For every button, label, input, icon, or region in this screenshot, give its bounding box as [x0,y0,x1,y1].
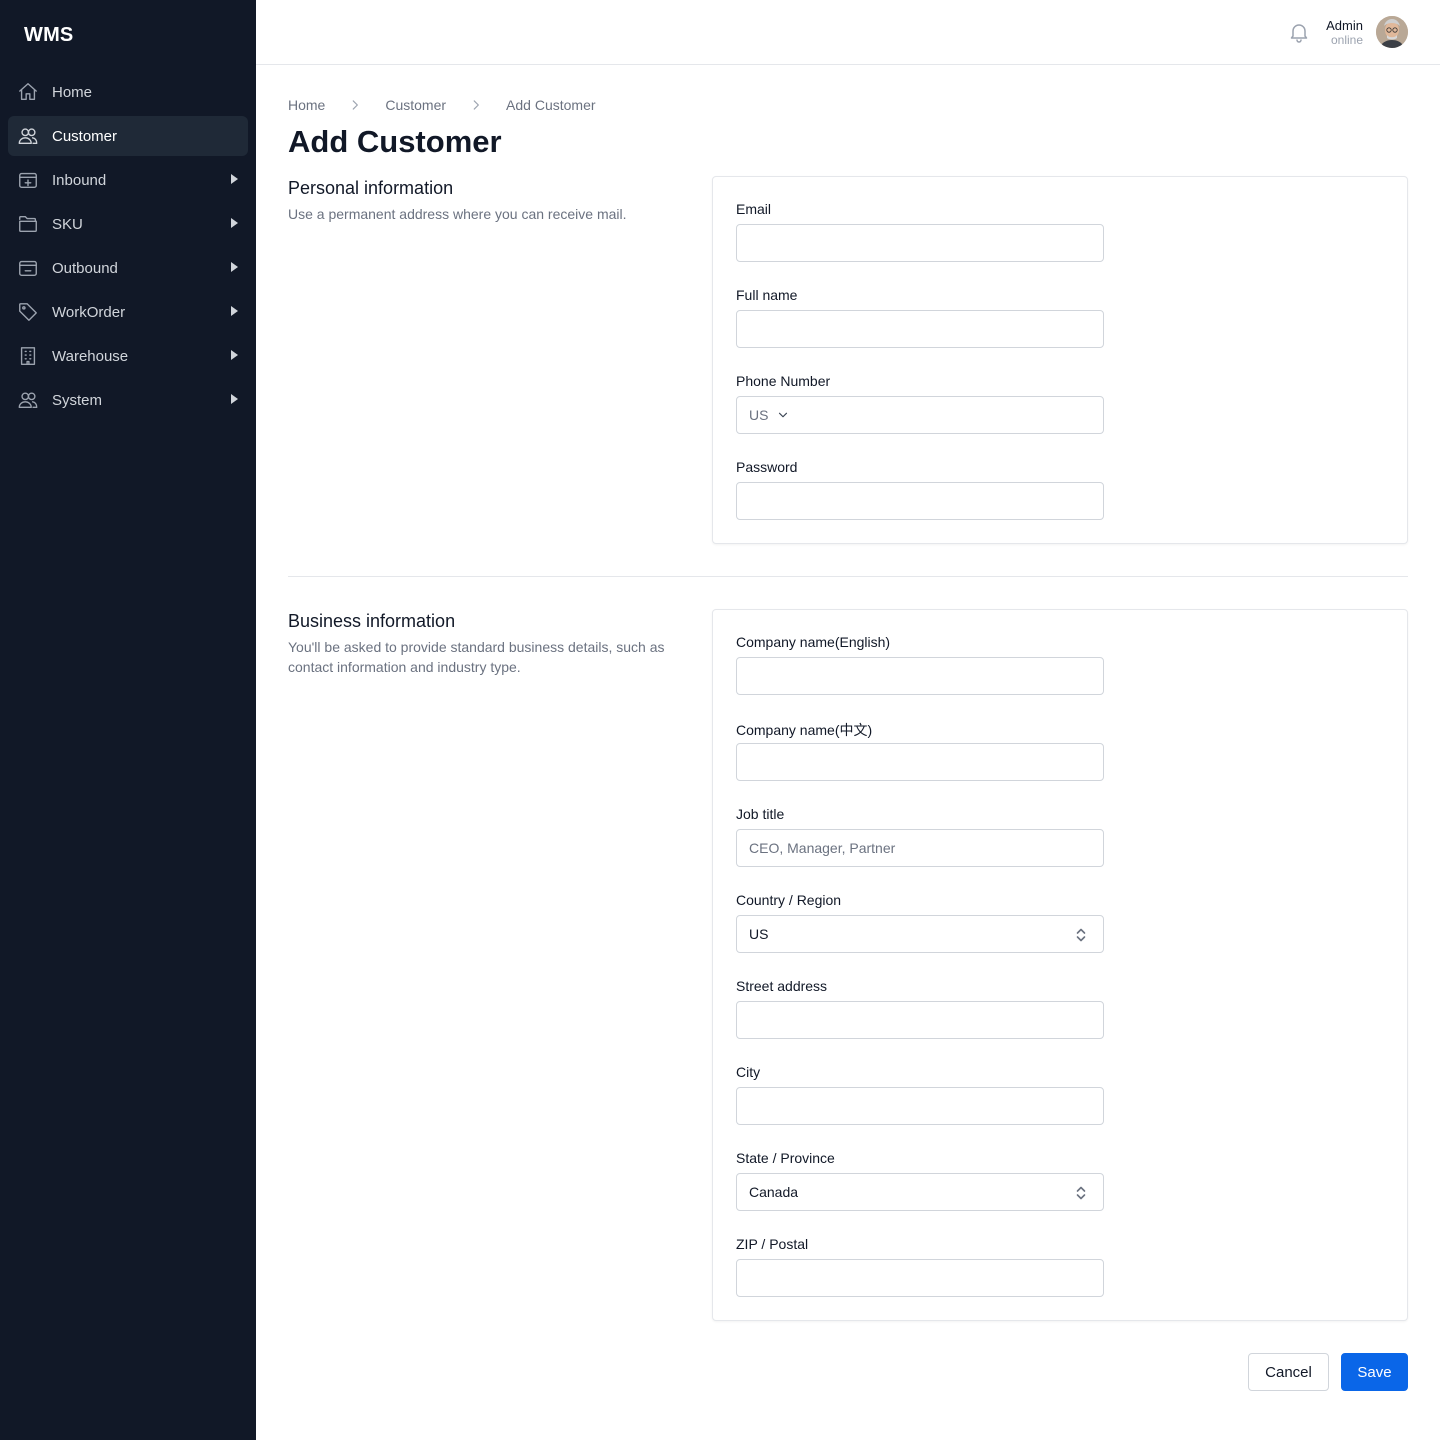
fullname-label: Full name [736,287,798,303]
country-label: Country / Region [736,892,842,908]
sidebar-item-label: Outbound [52,259,118,277]
email-field[interactable] [736,224,1104,262]
password-field[interactable] [736,482,1104,520]
sidebar-nav: Home Customer Inbound SKU Outbound WorkO… [8,72,248,424]
street-label: Street address [736,978,828,994]
phone-label: Phone Number [736,373,831,389]
chevron-down-icon [779,412,788,418]
company-name-english-field[interactable] [736,657,1104,695]
sidebar-item-warehouse[interactable]: Warehouse [8,336,248,376]
sidebar-item-outbound[interactable]: Outbound [8,248,248,288]
users-icon [16,388,40,412]
top-header: Admin online [256,0,1440,65]
chevron-up-down-icon [1073,1184,1089,1202]
street-address-field[interactable] [736,1001,1104,1039]
sidebar-item-workorder[interactable]: WorkOrder [8,292,248,332]
sidebar-item-home[interactable]: Home [8,72,248,112]
zip-label: ZIP / Postal [736,1236,809,1252]
sidebar-item-customer[interactable]: Customer [8,116,248,156]
sidebar-item-system[interactable]: System [8,380,248,420]
phone-country-value: US [749,407,769,423]
sidebar-item-label: Warehouse [52,347,129,365]
caret-right-icon [231,394,238,404]
zip-postal-field[interactable] [736,1259,1104,1297]
phone-number-input[interactable] [805,397,1103,433]
breadcrumb: Home Customer Add Customer [288,97,596,113]
save-button[interactable]: Save [1341,1353,1408,1391]
caret-right-icon [231,306,238,316]
caret-right-icon [231,262,238,272]
company-zh-label: Company name(中文) [736,722,873,738]
sidebar-item-label: Inbound [52,171,107,189]
sidebar-item-label: Customer [52,127,118,145]
breadcrumb-home[interactable]: Home [288,97,325,113]
sidebar: WMS Home Customer Inbound SKU Outbound W… [0,0,256,1440]
bell-icon[interactable] [1287,20,1311,44]
company-en-label: Company name(English) [736,634,891,650]
personal-section-description: Use a permanent address where you can re… [288,206,627,222]
job-title-field[interactable] [736,829,1104,867]
breadcrumb-customer[interactable]: Customer [385,97,446,113]
company-name-chinese-field[interactable] [736,743,1104,781]
avatar[interactable] [1376,16,1408,48]
caret-right-icon [231,218,238,228]
sidebar-item-label: SKU [52,215,83,233]
sidebar-item-sku[interactable]: SKU [8,204,248,244]
sidebar-item-inbound[interactable]: Inbound [8,160,248,200]
inbox-minus-icon [16,256,40,280]
city-field[interactable] [736,1087,1104,1125]
caret-right-icon [231,174,238,184]
state-select[interactable]: Canada [736,1173,1104,1211]
page-title: Add Customer [288,124,502,159]
state-label: State / Province [736,1150,835,1166]
breadcrumb-add-customer[interactable]: Add Customer [506,97,595,113]
folder-icon [16,212,40,236]
password-label: Password [736,459,798,475]
country-select[interactable]: US [736,915,1104,953]
caret-right-icon [231,350,238,360]
city-label: City [736,1064,761,1080]
users-icon [16,124,40,148]
phone-country-select[interactable]: US [737,397,805,433]
section-divider [288,576,1408,577]
cancel-button[interactable]: Cancel [1248,1353,1329,1391]
user-name[interactable]: Admin [1326,18,1363,33]
chevron-right-icon [468,97,484,113]
email-label: Email [736,201,772,217]
building-icon [16,344,40,368]
sidebar-item-label: Home [52,83,93,101]
home-icon [16,80,40,104]
sidebar-item-label: System [52,391,103,409]
fullname-field[interactable] [736,310,1104,348]
chevron-up-down-icon [1073,926,1089,944]
app-logo[interactable]: WMS [24,24,73,47]
business-info-card [712,609,1408,1321]
state-value: Canada [749,1184,799,1200]
chevron-right-icon [347,97,363,113]
country-value: US [749,926,769,942]
business-section-description: You'll be asked to provide standard busi… [288,639,665,675]
job-title-label: Job title [736,806,785,822]
sidebar-item-label: WorkOrder [52,303,126,321]
personal-section-title: Personal information [288,178,454,198]
user-status: online [1330,33,1363,47]
business-section-title: Business information [288,611,456,631]
tag-icon [16,300,40,324]
inbox-plus-icon [16,168,40,192]
